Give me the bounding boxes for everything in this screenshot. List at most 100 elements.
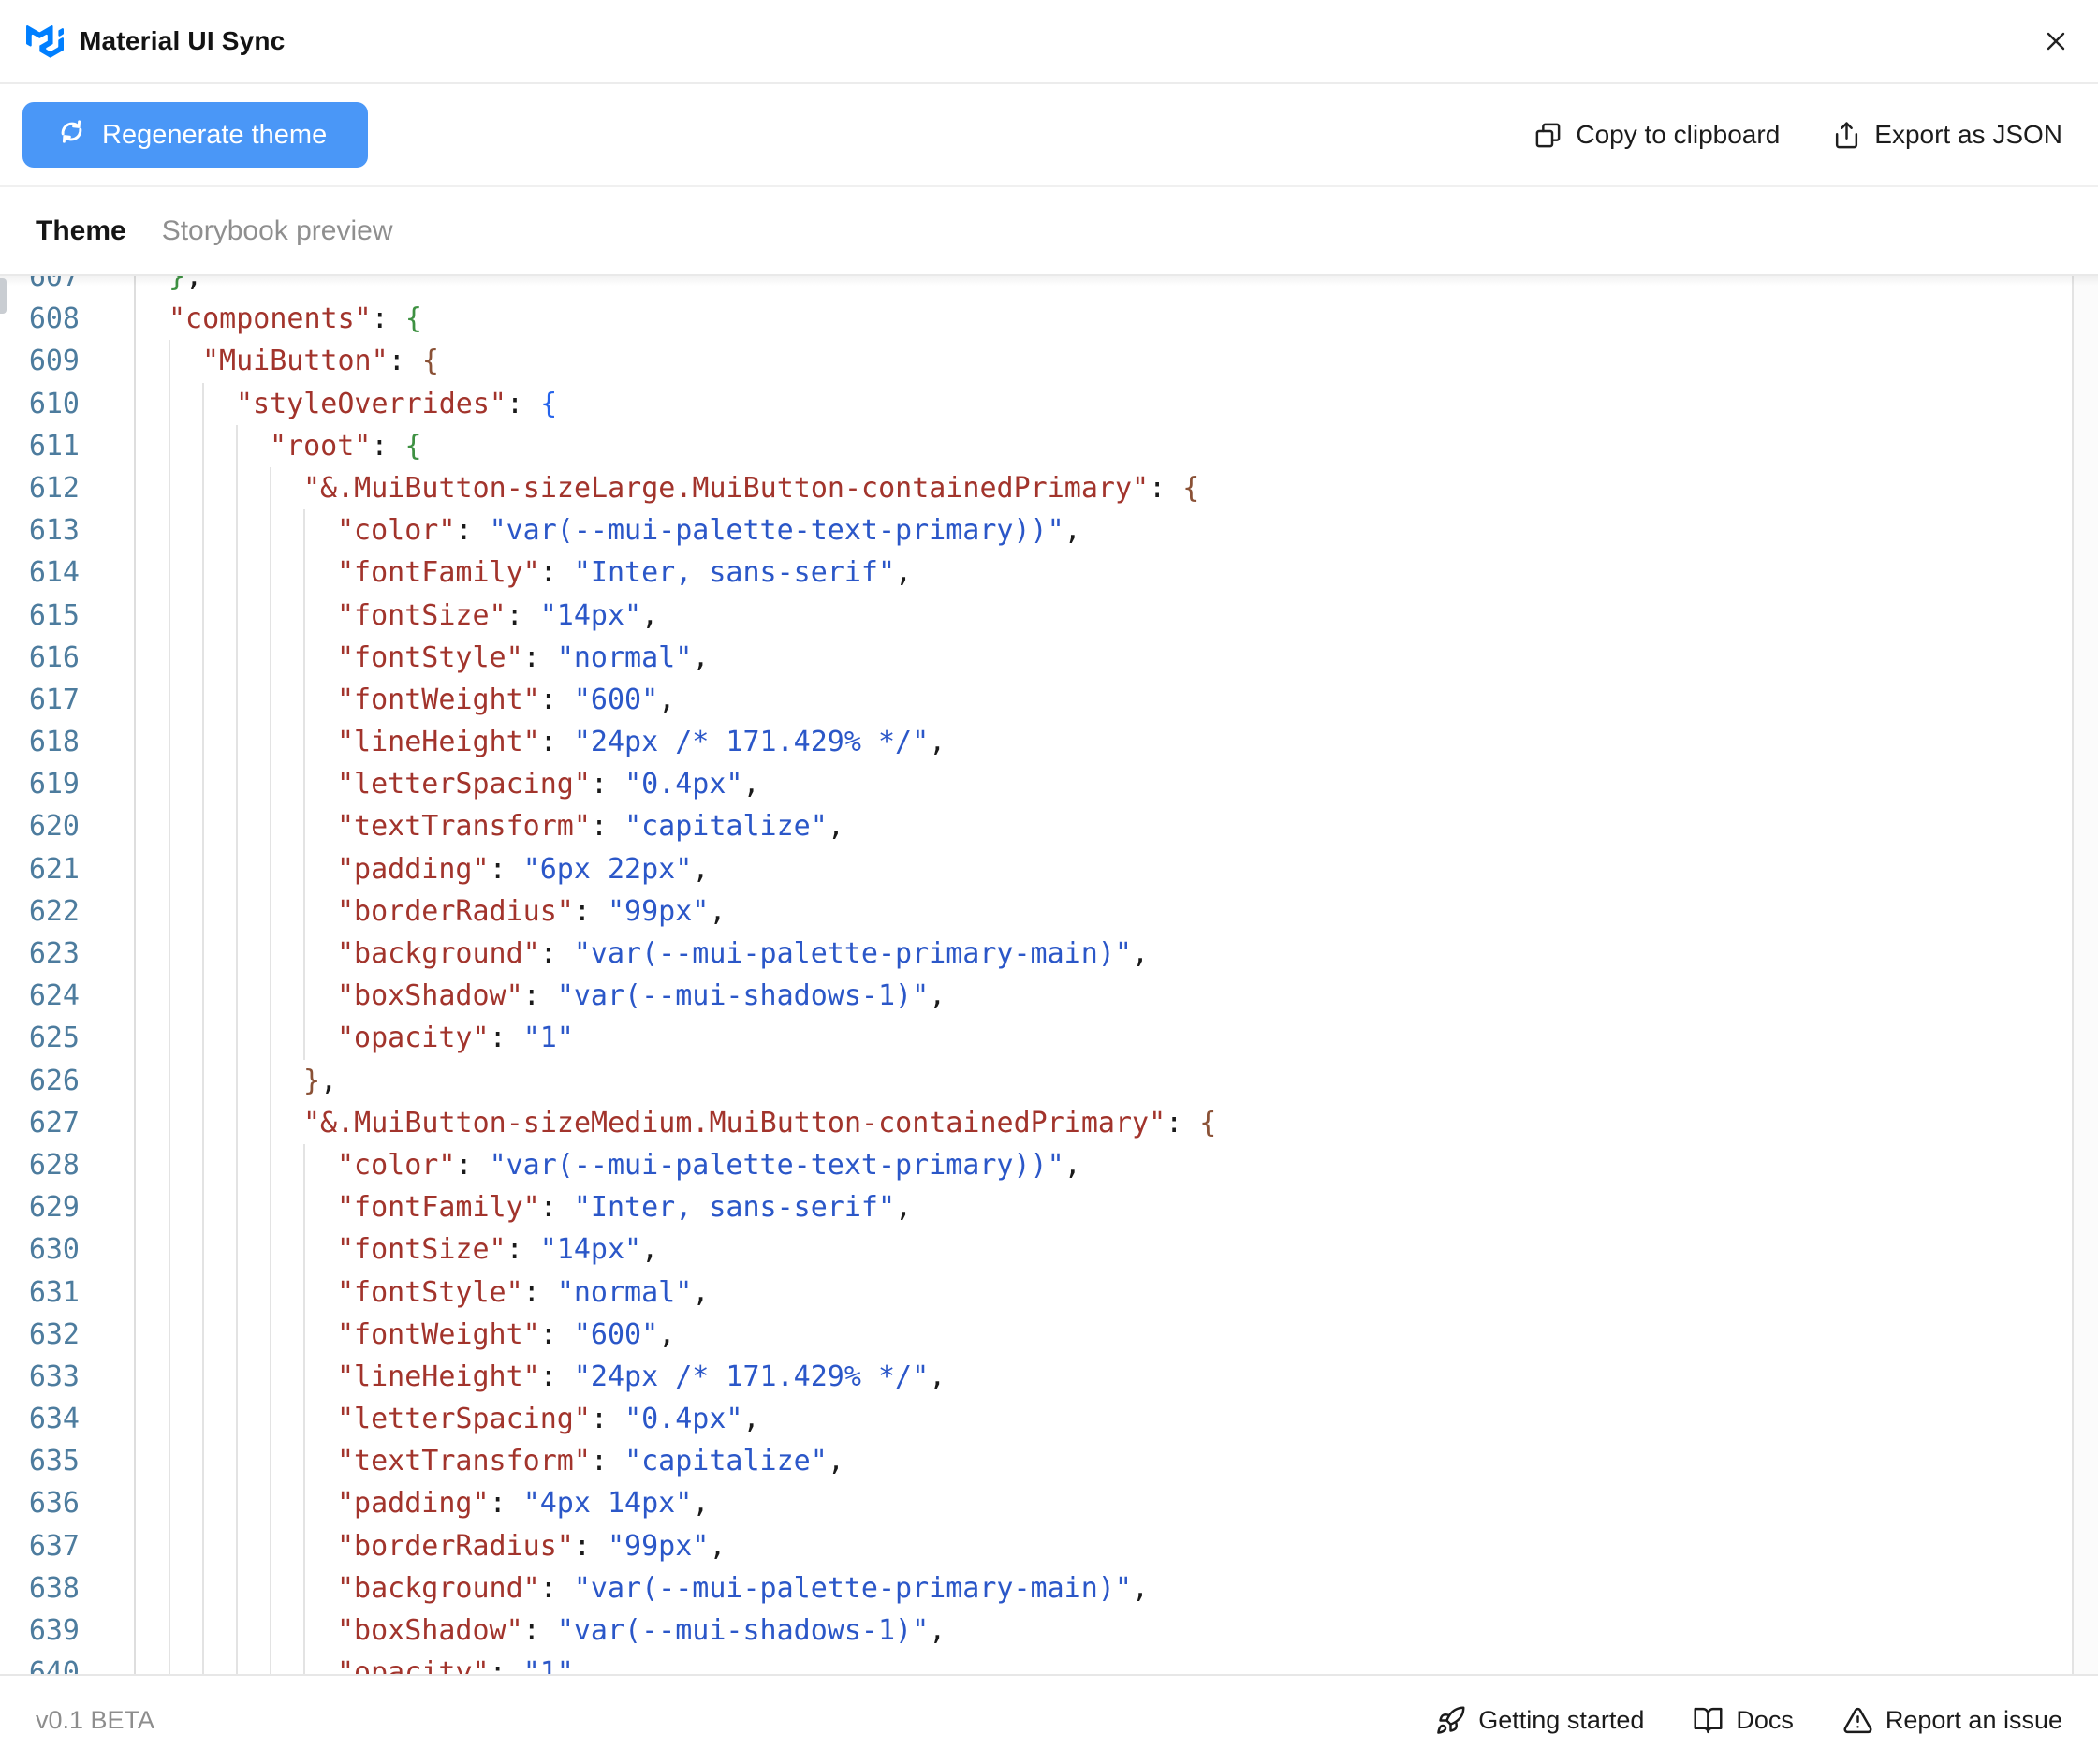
code-text: "&.MuiButton-sizeLarge.MuiButton-contain… (136, 466, 1200, 510)
code-line: 624 "boxShadow": "var(--mui-shadows-1)", (0, 975, 2098, 1018)
line-number: 640 (0, 1652, 136, 1674)
code-lines: 607}, 608 "components": {609 "MuiButton": {… (0, 276, 2098, 1674)
code-line: 631 "fontStyle": "normal", (0, 1271, 2098, 1314)
code-line: 616 "fontStyle": "normal", (0, 636, 2098, 679)
tab-storybook-preview[interactable]: Storybook preview (162, 215, 393, 247)
line-number: 626 (0, 1059, 136, 1102)
code-line: 622 "borderRadius": "99px", (0, 889, 2098, 933)
line-number: 624 (0, 975, 136, 1018)
code-text: "fontSize": "14px", (136, 1228, 659, 1272)
scrollbar-track[interactable] (2072, 276, 2098, 1674)
close-icon[interactable] (2040, 25, 2072, 57)
left-scrollbar-thumb[interactable] (0, 278, 7, 314)
line-number: 613 (0, 509, 136, 552)
app-title: Material UI Sync (80, 26, 286, 55)
code-line: 628 "color": "var(--mui-palette-text-prim… (0, 1143, 2098, 1187)
code-text: "styleOverrides": { (136, 382, 558, 425)
code-text: "letterSpacing": "0.4px", (136, 763, 760, 806)
code-line: 613 "color": "var(--mui-palette-text-prim… (0, 509, 2098, 552)
docs-link[interactable]: Docs (1693, 1705, 1794, 1736)
line-number: 620 (0, 805, 136, 848)
code-text: "fontWeight": "600", (136, 678, 676, 722)
line-number: 619 (0, 763, 136, 806)
line-number: 637 (0, 1524, 136, 1567)
report-an-issue-link[interactable]: Report an issue (1842, 1705, 2062, 1736)
code-line: 633 "lineHeight": "24px /* 171.429% */", (0, 1355, 2098, 1399)
code-line: 627 "&.MuiButton-sizeMedium.MuiButton-con… (0, 1101, 2098, 1144)
code-text: "padding": "6px 22px", (136, 847, 710, 890)
line-number: 623 (0, 933, 136, 976)
code-line: 607}, (0, 276, 2098, 299)
line-number: 625 (0, 1017, 136, 1060)
getting-started-link[interactable]: Getting started (1435, 1705, 1644, 1736)
code-text: "MuiButton": { (136, 340, 439, 383)
code-line: 617 "fontWeight": "600", (0, 678, 2098, 722)
code-line: 621 "padding": "6px 22px", (0, 847, 2098, 890)
code-line: 620 "textTransform": "capitalize", (0, 805, 2098, 848)
line-number: 631 (0, 1271, 136, 1314)
line-number: 622 (0, 889, 136, 933)
copy-to-clipboard-button[interactable]: Copy to clipboard (1533, 120, 1780, 150)
docs-label: Docs (1736, 1705, 1794, 1734)
line-number: 615 (0, 594, 136, 637)
code-line: 630 "fontSize": "14px", (0, 1228, 2098, 1272)
code-text: "background": "var(--mui-palette-primary… (136, 933, 1149, 976)
code-text: "fontStyle": "normal", (136, 1271, 710, 1314)
getting-started-label: Getting started (1478, 1705, 1645, 1734)
line-number: 609 (0, 340, 136, 383)
footer: v0.1 BETA Getting started Docs Report an… (0, 1674, 2098, 1764)
window-header: Material UI Sync (0, 0, 2098, 84)
tab-theme[interactable]: Theme (36, 215, 126, 247)
tab-bar: Theme Storybook preview (0, 187, 2098, 276)
code-text: "borderRadius": "99px", (136, 1524, 726, 1567)
code-line: 632 "fontWeight": "600", (0, 1313, 2098, 1356)
line-number: 632 (0, 1313, 136, 1356)
code-text: "opacity": "1" (136, 1017, 574, 1060)
code-line: 608 "components": { (0, 298, 2098, 341)
line-number: 607 (0, 276, 136, 299)
line-number: 634 (0, 1398, 136, 1441)
line-number: 633 (0, 1355, 136, 1399)
code-text: "root": { (136, 424, 422, 467)
sync-icon (56, 116, 87, 154)
code-text: "lineHeight": "24px /* 171.429% */", (136, 1355, 946, 1399)
code-text: "fontSize": "14px", (136, 594, 659, 637)
warning-icon (1842, 1705, 1873, 1736)
code-line: 612 "&.MuiButton-sizeLarge.MuiButton-cont… (0, 466, 2098, 510)
code-line: 611 "root": { (0, 424, 2098, 467)
code-text: }, (136, 1059, 338, 1102)
code-text: "fontStyle": "normal", (136, 636, 710, 679)
line-number: 610 (0, 382, 136, 425)
code-text: "components": { (169, 302, 422, 336)
line-number: 629 (0, 1186, 136, 1229)
code-text: "color": "var(--mui-palette-text-primary… (136, 509, 1081, 552)
code-text: "boxShadow": "var(--mui-shadows-1)", (136, 1610, 946, 1653)
code-line: 640 "opacity": "1" (0, 1652, 2098, 1674)
code-line: 619 "letterSpacing": "0.4px", (0, 763, 2098, 806)
line-number: 611 (0, 424, 136, 467)
line-number: 617 (0, 678, 136, 722)
code-text: }, (169, 276, 203, 293)
line-number: 639 (0, 1610, 136, 1653)
code-line: 623 "background": "var(--mui-palette-prim… (0, 933, 2098, 976)
code-text: "&.MuiButton-sizeMedium.MuiButton-contai… (136, 1101, 1217, 1144)
regenerate-theme-button[interactable]: Regenerate theme (22, 102, 369, 168)
code-line: 614 "fontFamily": "Inter, sans-serif", (0, 551, 2098, 595)
report-an-issue-label: Report an issue (1885, 1705, 2062, 1734)
export-icon (1832, 121, 1861, 150)
footer-links: Getting started Docs Report an issue (1435, 1705, 2062, 1736)
export-as-json-button[interactable]: Export as JSON (1832, 120, 2062, 150)
code-line: 625 "opacity": "1" (0, 1017, 2098, 1060)
code-text: "letterSpacing": "0.4px", (136, 1398, 760, 1441)
line-number: 638 (0, 1566, 136, 1610)
theme-json-editor[interactable]: 607}, 608 "components": {609 "MuiButton": {… (0, 276, 2098, 1674)
code-line: 638 "background": "var(--mui-palette-prim… (0, 1566, 2098, 1610)
code-line: 637 "borderRadius": "99px", (0, 1524, 2098, 1567)
code-line: 618 "lineHeight": "24px /* 171.429% */", (0, 721, 2098, 764)
line-number: 636 (0, 1482, 136, 1525)
code-text: "borderRadius": "99px", (136, 889, 726, 933)
line-number: 614 (0, 551, 136, 595)
line-number: 621 (0, 847, 136, 890)
code-text: "fontFamily": "Inter, sans-serif", (136, 1186, 913, 1229)
code-text: "fontFamily": "Inter, sans-serif", (136, 551, 913, 595)
